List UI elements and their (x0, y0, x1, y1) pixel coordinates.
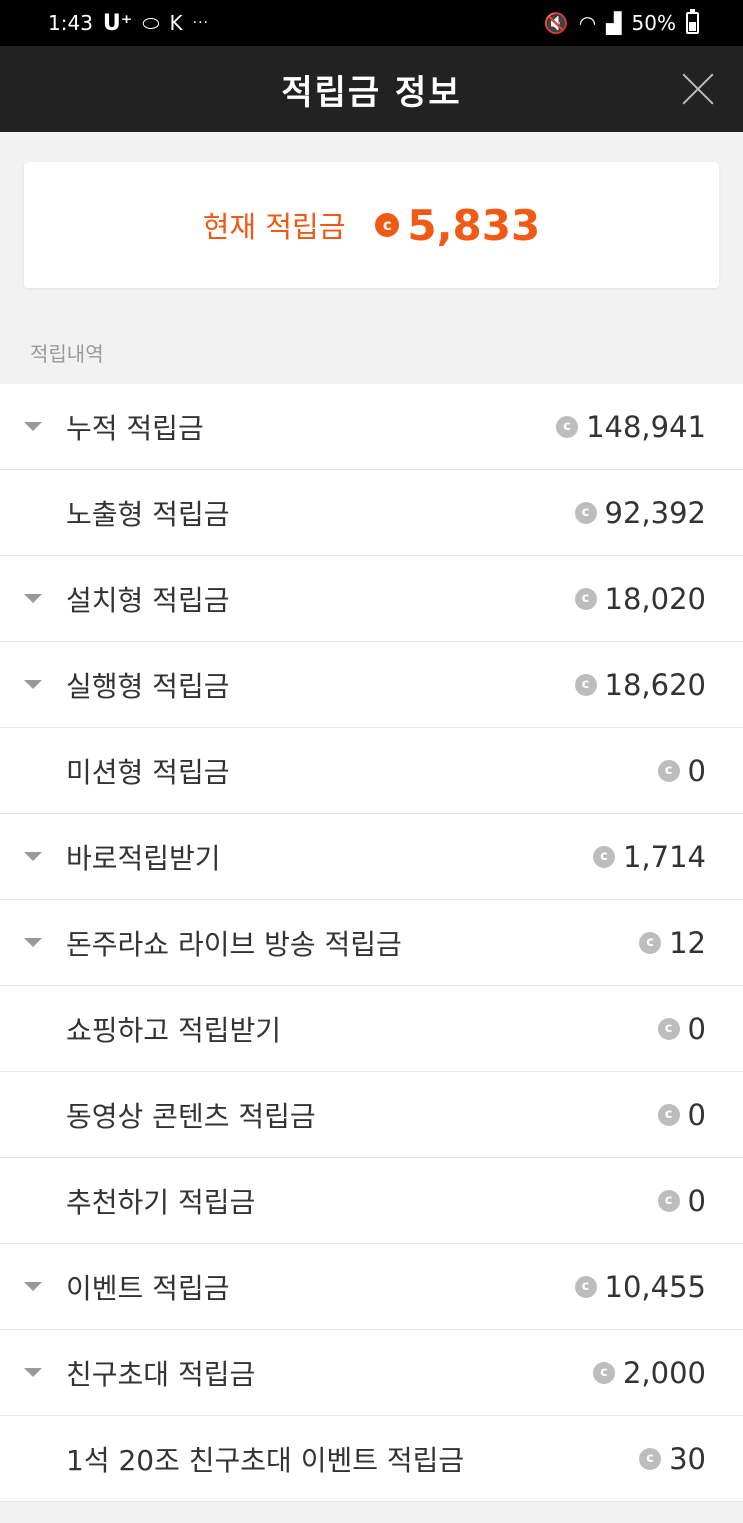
coin-icon: c (574, 673, 597, 696)
status-time: 1:43 (48, 11, 93, 35)
history-row-label: 이벤트 적립금 (66, 1271, 230, 1305)
close-icon[interactable] (681, 72, 715, 106)
wifi-icon: ◠ (578, 11, 597, 35)
history-row-value: 148,941 (586, 409, 706, 444)
mute-icon: 🔇 (543, 11, 569, 35)
coin-icon: c (574, 587, 597, 610)
page-header: 적립금 정보 (0, 46, 743, 132)
app-notification-icon: K (169, 11, 183, 35)
history-list: 누적 적립금 c 148,941 노출형 적립금 c 92,392 설치형 적립금 c 18,0… (0, 384, 743, 1502)
more-notifications-icon: ··· (192, 15, 209, 31)
page-title: 적립금 정보 (281, 72, 462, 113)
history-row[interactable]: 이벤트 적립금 c 10,455 (0, 1244, 743, 1330)
history-row-amount: c0 (657, 1011, 706, 1046)
history-row[interactable]: 설치형 적립금 c 18,020 (0, 556, 743, 642)
expand-arrow-icon[interactable] (24, 594, 42, 603)
history-row-amount: c 18,620 (574, 667, 706, 702)
coin-icon: c (657, 1017, 680, 1040)
history-row-amount: c 10,455 (574, 1269, 706, 1304)
current-balance-amount: 5,833 (407, 200, 541, 250)
current-balance-card: 현재 적립금 c 5,833 (24, 162, 719, 288)
history-row: 미션형 적립금 c 0 (0, 728, 743, 814)
history-row-amount: c 30 (639, 1442, 706, 1476)
history-row-value: 0 (687, 1183, 706, 1218)
battery-percent: 50% (631, 11, 676, 35)
expand-arrow-icon[interactable] (24, 938, 42, 947)
history-row-value: 92,392 (604, 495, 706, 530)
status-bar: 1:43 U⁺ ⬭ K ··· 🔇 ◠ ▟ 50% (0, 0, 743, 46)
history-row-label: 바로적립받기 (66, 841, 221, 875)
history-row-amount: c 148,941 (556, 410, 706, 444)
history-row-amount: c 1,714 (592, 839, 706, 874)
history-row-label: 미션형 적립금 (66, 755, 230, 789)
history-row-label: 돈주라쇼 라이브 방송 적립금 (66, 927, 402, 961)
status-left: 1:43 U⁺ ⬭ K ··· (48, 11, 209, 36)
history-row-value: 18,620 (604, 667, 706, 702)
history-row-value: 0 (687, 1011, 706, 1046)
expand-arrow-icon[interactable] (24, 852, 42, 861)
history-row-value: 1,714 (622, 839, 706, 874)
expand-arrow-icon[interactable] (24, 1368, 42, 1377)
coin-icon: c (592, 845, 615, 868)
coin-icon: c (639, 931, 662, 954)
history-row-value: 0 (687, 1097, 706, 1132)
history-row-amount: c 2,000 (592, 1355, 706, 1390)
history-row-label: 1석 20조 친구초대 이벤트 적립금 (66, 1443, 465, 1477)
history-row: 쇼핑하고 적립받기 c 0 (0, 986, 743, 1072)
history-row: 추천하기 적립금 c 0 (0, 1158, 743, 1244)
pill-icon: ⬭ (142, 11, 160, 35)
coin-icon: c (556, 415, 579, 438)
expand-arrow-icon[interactable] (24, 1282, 42, 1291)
expand-arrow-icon[interactable] (24, 680, 42, 689)
coin-icon: c (375, 213, 400, 237)
coin-icon: c (657, 759, 680, 782)
coin-icon: c (657, 1189, 680, 1212)
history-row-label: 설치형 적립금 (66, 583, 230, 617)
history-row: 동영상 콘텐츠 적립금 c 0 (0, 1072, 743, 1158)
history-row-value: 10,455 (604, 1269, 706, 1304)
history-row[interactable]: 누적 적립금 c 148,941 (0, 384, 743, 470)
expand-arrow-icon[interactable] (24, 422, 42, 431)
history-row: 노출형 적립금 c 92,392 (0, 470, 743, 556)
history-row-value: 12 (669, 925, 706, 960)
history-row[interactable]: 돈주라쇼 라이브 방송 적립금 c 12 (0, 900, 743, 986)
battery-icon (686, 9, 699, 34)
history-row-value: 18,020 (604, 581, 706, 616)
history-row-value: 2,000 (622, 1355, 706, 1390)
current-balance-label: 현재 적립금 (202, 210, 346, 244)
history-row[interactable]: 실행형 적립금 c 18,620 (0, 642, 743, 728)
carrier-label: U⁺ (102, 10, 133, 36)
coin-icon: c (574, 1275, 597, 1298)
history-row-label: 누적 적립금 (66, 411, 204, 445)
history-section-label: 적립내역 (30, 342, 104, 366)
signal-icon: ▟ (606, 11, 622, 35)
history-row: 1석 20조 친구초대 이벤트 적립금 c 30 (0, 1416, 743, 1502)
history-row-amount: c 18,020 (574, 581, 706, 616)
coin-icon: c (592, 1361, 615, 1384)
history-row-amount: c 12 (639, 926, 706, 960)
coin-icon: c (639, 1447, 662, 1470)
history-row-amount: c 92,392 (574, 495, 706, 530)
history-row-amount: c0 (657, 1183, 706, 1218)
history-row-amount: c0 (657, 1097, 706, 1132)
history-row[interactable]: 친구초대 적립금 c 2,000 (0, 1330, 743, 1416)
coin-icon: c (574, 501, 597, 524)
history-row-label: 추천하기 적립금 (66, 1185, 256, 1219)
history-row-label: 노출형 적립금 (66, 497, 230, 531)
history-row-label: 쇼핑하고 적립받기 (66, 1013, 281, 1047)
status-right: 🔇 ◠ ▟ 50% (543, 9, 699, 35)
coin-icon: c (657, 1103, 680, 1126)
current-balance-value: c 5,833 (375, 201, 540, 250)
history-row[interactable]: 바로적립받기 c 1,714 (0, 814, 743, 900)
history-row-value: 30 (669, 1441, 706, 1476)
history-row-label: 친구초대 적립금 (66, 1357, 256, 1391)
history-row-label: 실행형 적립금 (66, 669, 230, 703)
history-row-value: 0 (687, 753, 706, 788)
history-row-amount: c0 (657, 753, 706, 788)
history-row-label: 동영상 콘텐츠 적립금 (66, 1099, 316, 1133)
